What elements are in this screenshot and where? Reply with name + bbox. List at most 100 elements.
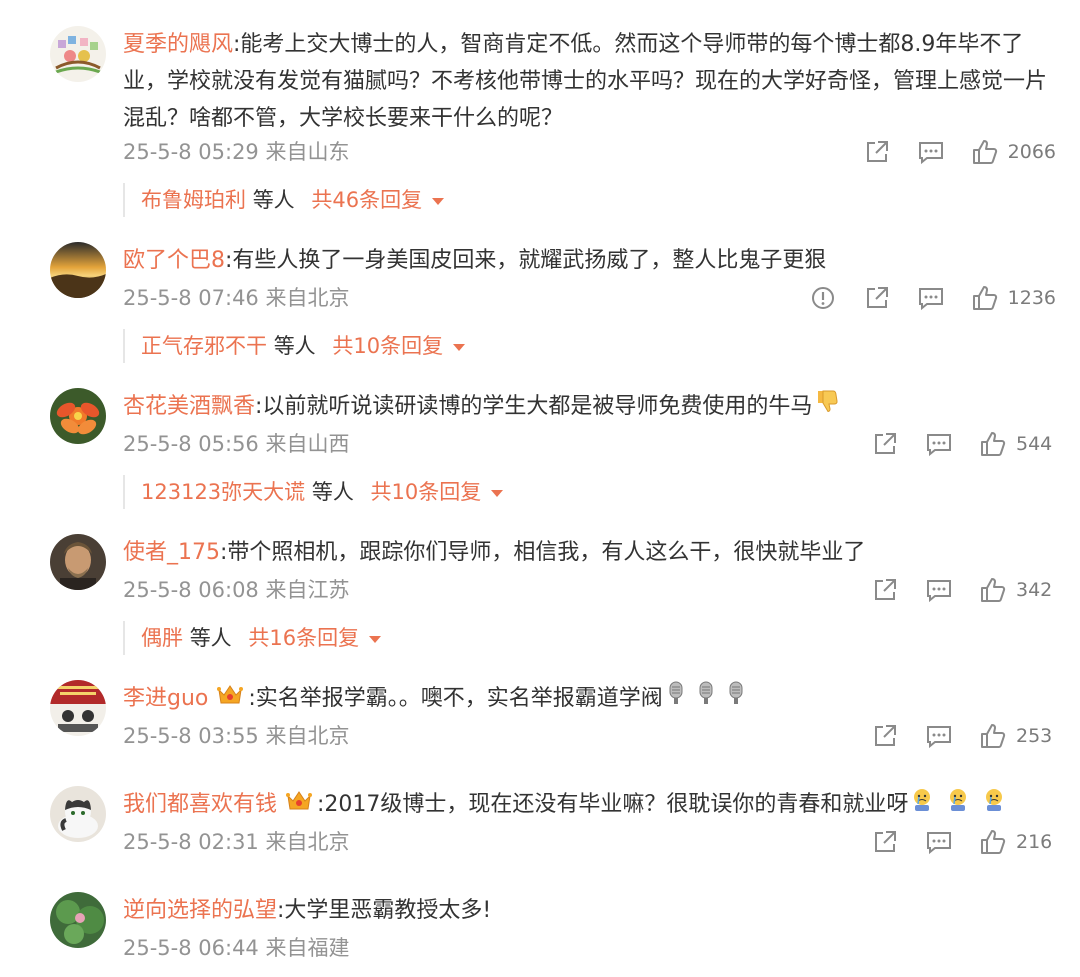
reply-etc: 等人: [252, 188, 295, 212]
reply-summary[interactable]: 布鲁姆珀利 等人 共46条回复: [123, 183, 445, 217]
username-link[interactable]: 李进guo: [123, 686, 208, 711]
username-link[interactable]: 欧了个巴8: [123, 248, 225, 273]
like-button[interactable]: 216: [980, 829, 1056, 855]
reply-username[interactable]: 123123弥天大谎: [141, 480, 305, 504]
chevron-down-icon[interactable]: [369, 635, 382, 643]
username-link[interactable]: 使者_175: [123, 540, 220, 565]
comment-actions: 2066: [836, 137, 1056, 167]
chevron-down-icon[interactable]: [491, 489, 504, 497]
comment-text: :大学里恶霸教授太多!: [277, 898, 492, 923]
comment-body: 使者_175:带个照相机，跟踪你们导师，相信我，有人这么干，很快就毕业了: [123, 534, 1060, 571]
comment-meta: 25-5-8 05:29 来自山东: [123, 140, 350, 164]
comment-text: :能考上交大博士的人，智商肯定不低。然而这个导师带的每个博士都8.9年毕不了业，…: [123, 32, 1048, 131]
sad-face-emoji-icon: [910, 786, 934, 824]
comment-actions: 216: [844, 827, 1056, 857]
like-button[interactable]: 544: [980, 431, 1056, 457]
share-icon[interactable]: [864, 285, 890, 311]
comment-icon[interactable]: [918, 285, 944, 311]
comment-icon[interactable]: [926, 829, 952, 855]
reply-count-link[interactable]: 共16条回复: [248, 626, 359, 650]
comment-text: :实名举报学霸。。噢不，实名举报霸道学阀: [248, 686, 663, 711]
comment-meta: 25-5-8 02:31 来自北京: [123, 830, 350, 854]
comment-text: :2017级博士，现在还没有毕业嘛？很耽误你的青春和就业呀: [317, 792, 909, 817]
like-button[interactable]: 342: [980, 577, 1056, 603]
microphone-emoji-icon: [695, 680, 717, 718]
thumbs-up-icon: [980, 577, 1006, 603]
thumbs-down-emoji-icon: [814, 388, 840, 426]
reply-username[interactable]: 布鲁姆珀利: [141, 188, 246, 212]
thumbs-up-icon: [980, 431, 1006, 457]
share-icon[interactable]: [872, 723, 898, 749]
avatar[interactable]: [50, 242, 106, 298]
chevron-down-icon[interactable]: [453, 343, 466, 351]
username-link[interactable]: 逆向选择的弘望: [123, 898, 277, 923]
like-count: 1236: [1007, 287, 1056, 309]
like-button[interactable]: 1236: [972, 285, 1056, 311]
comment-body: 欧了个巴8:有些人换了一身美国皮回来，就耀武扬威了，整人比鬼子更狠: [123, 242, 1060, 279]
reply-summary[interactable]: 正气存邪不干 等人 共10条回复: [123, 329, 466, 363]
comment-text: :以前就听说读研读博的学生大都是被导师免费使用的牛马: [255, 394, 813, 419]
reply-username[interactable]: 偶胖: [141, 626, 183, 650]
reply-count-link[interactable]: 共10条回复: [371, 480, 482, 504]
comment-icon[interactable]: [926, 431, 952, 457]
avatar[interactable]: [50, 534, 106, 590]
like-button[interactable]: 2066: [972, 139, 1056, 165]
comment-meta: 25-5-8 06:08 来自江苏: [123, 578, 350, 602]
comment-actions: 342: [844, 575, 1056, 605]
comment-text: :有些人换了一身美国皮回来，就耀武扬威了，整人比鬼子更狠: [225, 248, 827, 273]
like-count: 2066: [1007, 141, 1056, 163]
comment-text: :带个照相机，跟踪你们导师，相信我，有人这么干，很快就毕业了: [220, 540, 866, 565]
comment-list: 夏季的飓风:能考上交大博士的人，智商肯定不低。然而这个导师带的每个博士都8.9年…: [0, 0, 1080, 977]
avatar[interactable]: [50, 26, 106, 82]
thumbs-up-icon: [980, 829, 1006, 855]
comment-body: 我们都喜欢有钱 :2017级博士，现在还没有毕业嘛？很耽误你的青春和就业呀: [123, 786, 1060, 824]
reply-etc: 等人: [311, 480, 354, 504]
crown-badge-icon: [216, 681, 244, 718]
thumbs-up-icon: [980, 723, 1006, 749]
reply-summary[interactable]: 偶胖 等人 共16条回复: [123, 621, 382, 655]
comment-actions: 544: [844, 429, 1056, 459]
comment-icon[interactable]: [926, 723, 952, 749]
crown-badge-icon: [285, 787, 313, 824]
like-button[interactable]: 253: [980, 723, 1056, 749]
share-icon[interactable]: [864, 139, 890, 165]
sad-face-emoji-icon: [982, 786, 1006, 824]
username-link[interactable]: 夏季的飓风: [123, 32, 233, 57]
chevron-down-icon[interactable]: [432, 197, 445, 205]
sad-face-emoji-icon: [946, 786, 970, 824]
report-icon[interactable]: [810, 285, 836, 311]
comment-meta: 25-5-8 07:46 来自北京: [123, 286, 350, 310]
thumbs-up-icon: [972, 139, 998, 165]
avatar[interactable]: [50, 680, 106, 736]
reply-summary[interactable]: 123123弥天大谎 等人 共10条回复: [123, 475, 504, 509]
share-icon[interactable]: [872, 829, 898, 855]
comment-icon[interactable]: [918, 139, 944, 165]
comment-body: 逆向选择的弘望:大学里恶霸教授太多!: [123, 892, 1060, 929]
like-count: 253: [1016, 725, 1053, 747]
avatar[interactable]: [50, 892, 106, 948]
reply-count-link[interactable]: 共46条回复: [311, 188, 422, 212]
avatar[interactable]: [50, 388, 106, 444]
microphone-emoji-icon: [665, 680, 687, 718]
comment-actions: 253: [844, 721, 1056, 751]
reply-count-link[interactable]: 共10条回复: [332, 334, 443, 358]
reply-username[interactable]: 正气存邪不干: [141, 334, 267, 358]
comment-body: 夏季的飓风:能考上交大博士的人，智商肯定不低。然而这个导师带的每个博士都8.9年…: [123, 26, 1060, 137]
thumbs-up-icon: [972, 285, 998, 311]
comment-meta: 25-5-8 05:56 来自山西: [123, 432, 350, 456]
username-link[interactable]: 杏花美酒飘香: [123, 394, 255, 419]
share-icon[interactable]: [872, 431, 898, 457]
comment-body: 杏花美酒飘香:以前就听说读研读博的学生大都是被导师免费使用的牛马: [123, 388, 1060, 426]
avatar[interactable]: [50, 786, 106, 842]
reply-etc: 等人: [189, 626, 232, 650]
like-count: 342: [1016, 579, 1053, 601]
username-link[interactable]: 我们都喜欢有钱: [123, 792, 277, 817]
comment-actions: 1236: [782, 283, 1056, 313]
comment-meta: 25-5-8 03:55 来自北京: [123, 724, 350, 748]
comment-meta: 25-5-8 06:44 来自福建: [123, 936, 350, 960]
comment-body: 李进guo :实名举报学霸。。噢不，实名举报霸道学阀: [123, 680, 1060, 718]
like-count: 216: [1016, 831, 1053, 853]
share-icon[interactable]: [872, 577, 898, 603]
reply-etc: 等人: [273, 334, 316, 358]
comment-icon[interactable]: [926, 577, 952, 603]
